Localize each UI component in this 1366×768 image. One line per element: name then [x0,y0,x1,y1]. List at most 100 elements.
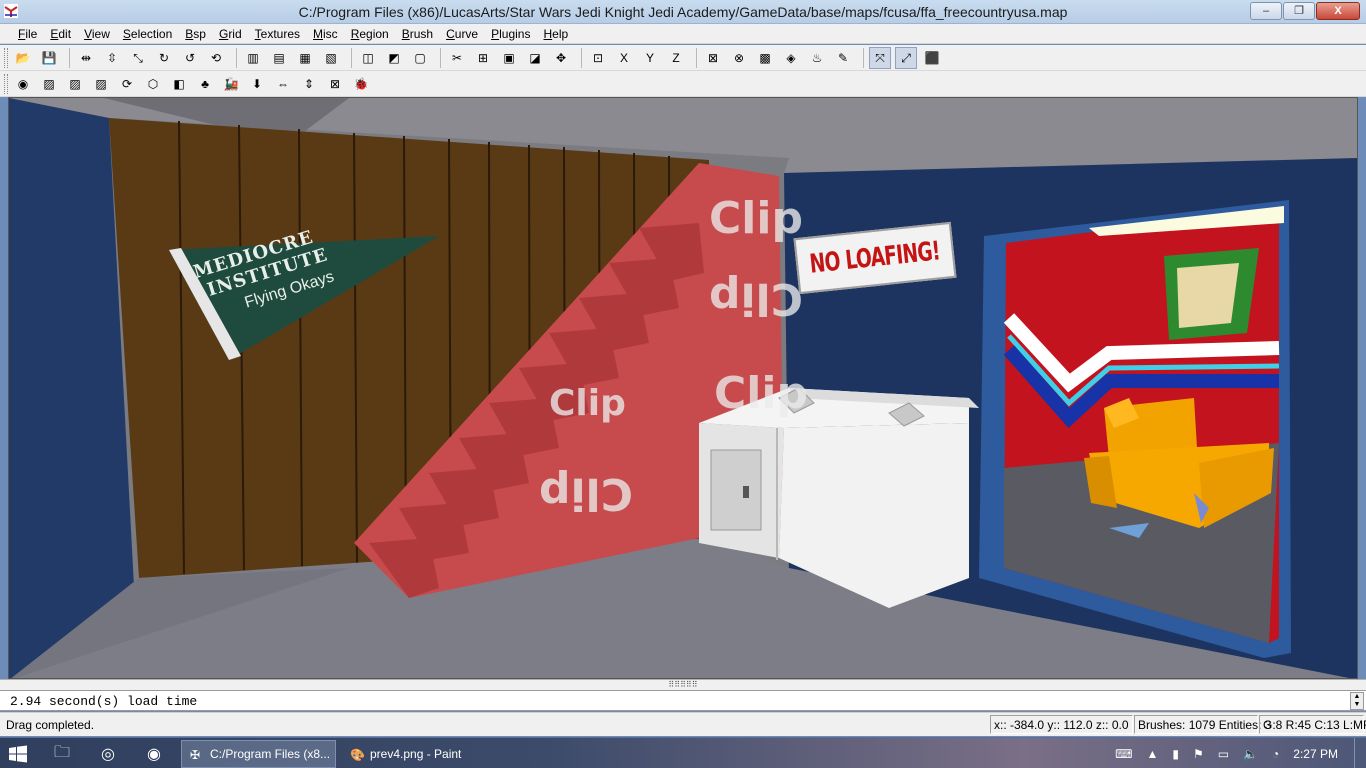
system-clock[interactable]: 2:27 PM [1293,747,1338,761]
status-coords: x:: -384.0 y:: 112.0 z:: 0.0 [990,715,1133,734]
menu-grid[interactable]: Grid [213,27,248,41]
explorer-icon[interactable]: 🗀 [44,742,80,766]
menu-help[interactable]: Help [537,27,574,41]
menu-view[interactable]: View [78,27,116,41]
plugin-entity-icon[interactable]: ◧ [168,73,190,95]
patch-mesh-icon[interactable]: ▩ [754,47,776,69]
plugin-bot-icon[interactable]: 🐞 [350,73,372,95]
windows-start-icon[interactable] [8,744,28,764]
hollow-icon[interactable]: ▢ [409,47,431,69]
clip-texture-label: Clip [714,368,808,419]
toolbar-separator [69,47,70,68]
rotate-y-icon[interactable]: ↺ [179,47,201,69]
plugin-mirror-y-icon[interactable]: ⇕ [298,73,320,95]
plugin-brush-icon[interactable]: ▨ [64,73,86,95]
chrome-icon[interactable]: ◎ [90,742,126,766]
select-touching-icon[interactable]: ▤ [268,47,290,69]
show-desktop-button[interactable] [1354,738,1366,768]
vertex-edit-icon[interactable]: ⤢ [895,46,917,69]
drill-down-icon[interactable]: ⤧ [869,46,891,69]
minimize-button[interactable]: – [1250,2,1282,20]
washer-door [710,449,762,531]
weld-icon[interactable]: ✎ [832,47,854,69]
plugin-refresh-icon[interactable]: ⟳ [116,73,138,95]
toolbar-grip[interactable] [4,47,8,68]
camera-icon[interactable]: ◪ [524,47,546,69]
camera-viewport[interactable]: Clip Clip Clip Clip Clip MEDIOCRE INSTIT… [8,97,1358,679]
plugin-shape-icon[interactable]: ⬡ [142,73,164,95]
status-grid: G:8 R:45 C:13 L:MR [1259,715,1366,734]
scene-render [9,98,1357,678]
menu-textures[interactable]: Textures [249,27,306,41]
flag-icon[interactable]: ⚑ [1193,747,1204,761]
menu-misc[interactable]: Misc [307,27,344,41]
keyboard-icon[interactable]: ⌨ [1115,747,1132,761]
toolbar-grip[interactable] [4,73,8,94]
plugin-mirror-x-icon[interactable]: ⇔ [272,73,294,95]
wifi-icon[interactable]: ◔ [1272,747,1279,761]
taskbar-item-radiant[interactable]: ✠ C:/Program Files (x8... [181,740,336,768]
texture-icon[interactable]: ▣ [498,47,520,69]
csg-merge-icon[interactable]: ◩ [383,47,405,69]
firefox-icon[interactable]: ◉ [136,742,172,766]
menu-brush[interactable]: Brush [396,27,439,41]
title-bar: C:/Program Files (x86)/LucasArts/Star Wa… [0,0,1366,24]
close-button[interactable]: X [1316,2,1360,20]
plugin-q3map-icon[interactable]: ◉ [12,73,34,95]
save-icon[interactable]: 💾 [38,47,60,69]
console-scroll-arrows[interactable]: ▲ ▼ [1350,692,1364,710]
hide-patches-icon[interactable]: ⊗ [728,47,750,69]
rotate-z-icon[interactable]: ⟲ [205,47,227,69]
menu-file[interactable]: File [12,27,43,41]
plugin-train-icon[interactable]: 🚂 [220,73,242,95]
show-patches-icon[interactable]: ⊠ [702,47,724,69]
clip-texture-label: Clip [549,383,626,424]
texture-lock-icon[interactable]: ⬛ [921,47,943,69]
battery-icon[interactable]: ▭ [1218,747,1229,761]
flip-z-icon[interactable]: ⤡ [127,47,149,69]
rotate-x-icon[interactable]: ↻ [153,47,175,69]
toolbar-separator [440,47,441,68]
paint-icon: 🎨 [350,748,365,762]
flip-x-icon[interactable]: ⇹ [75,47,97,69]
view-y-icon[interactable]: Y [639,47,661,69]
plugin-drop-icon[interactable]: ⬇ [246,73,268,95]
open-icon[interactable]: 📂 [12,47,34,69]
menu-region[interactable]: Region [345,27,395,41]
maximize-button[interactable]: ❐ [1283,2,1315,20]
move-icon[interactable]: ✥ [550,47,572,69]
clip-texture-label: Clip [709,273,803,324]
menu-bsp[interactable]: Bsp [179,27,212,41]
menu-edit[interactable]: Edit [44,27,77,41]
menu-curve[interactable]: Curve [440,27,484,41]
menu-selection[interactable]: Selection [117,27,178,41]
menu-bar: File Edit View Selection Bsp Grid Textures Misc… [0,24,1366,44]
select-complete-icon[interactable]: ▥ [242,47,264,69]
main-toolbar: 📂 💾 ⇹ ⇳ ⤡ ↻ ↺ ⟲ ▥ ▤ ▦ ▧ ◫ ◩ ▢ ✂ ⊞ ▣ ◪ ✥ ⊡ X Y Z ⊠ ⊗ ▩ ◈ ♨ ✎ ⤧ ⤢ ⬛ [0,45,1366,71]
flip-y-icon[interactable]: ⇳ [101,47,123,69]
clipper-icon[interactable]: ✂ [446,47,468,69]
view-z-icon[interactable]: Z [665,47,687,69]
show-hidden-icons-icon[interactable]: ▲ [1146,747,1158,761]
taskbar: 🗀 ◎ ◉ ✠ C:/Program Files (x8... 🎨 prev4.… [0,737,1366,768]
toolbar-separator [863,47,864,68]
view-xy-icon[interactable]: ⊡ [587,47,609,69]
change-view-icon[interactable]: ⊞ [472,47,494,69]
clip-texture-label: Clip [539,468,633,519]
plugin-fit-icon[interactable]: ▨ [90,73,112,95]
select-partial-icon[interactable]: ▦ [294,47,316,69]
thicken-icon[interactable]: ♨ [806,47,828,69]
view-x-icon[interactable]: X [613,47,635,69]
volume-icon[interactable]: 🔈 [1243,747,1258,761]
menu-plugins[interactable]: Plugins [485,27,536,41]
console-pane[interactable]: 2.94 second(s) load time ▲ ▼ [0,690,1366,711]
bend-icon[interactable]: ◈ [780,47,802,69]
taskbar-item-paint[interactable]: 🎨 prev4.png - Paint [341,740,496,768]
network-icon[interactable]: ▮ [1172,747,1179,761]
plugin-tex-icon[interactable]: ▨ [38,73,60,95]
csg-subtract-icon[interactable]: ◫ [357,47,379,69]
plugin-frame-icon[interactable]: ⊠ [324,73,346,95]
select-inside-icon[interactable]: ▧ [320,47,342,69]
plugin-tree-icon[interactable]: ♣ [194,73,216,95]
pane-splitter[interactable]: ⠿⠿⠿⠿⠿ [0,679,1366,690]
